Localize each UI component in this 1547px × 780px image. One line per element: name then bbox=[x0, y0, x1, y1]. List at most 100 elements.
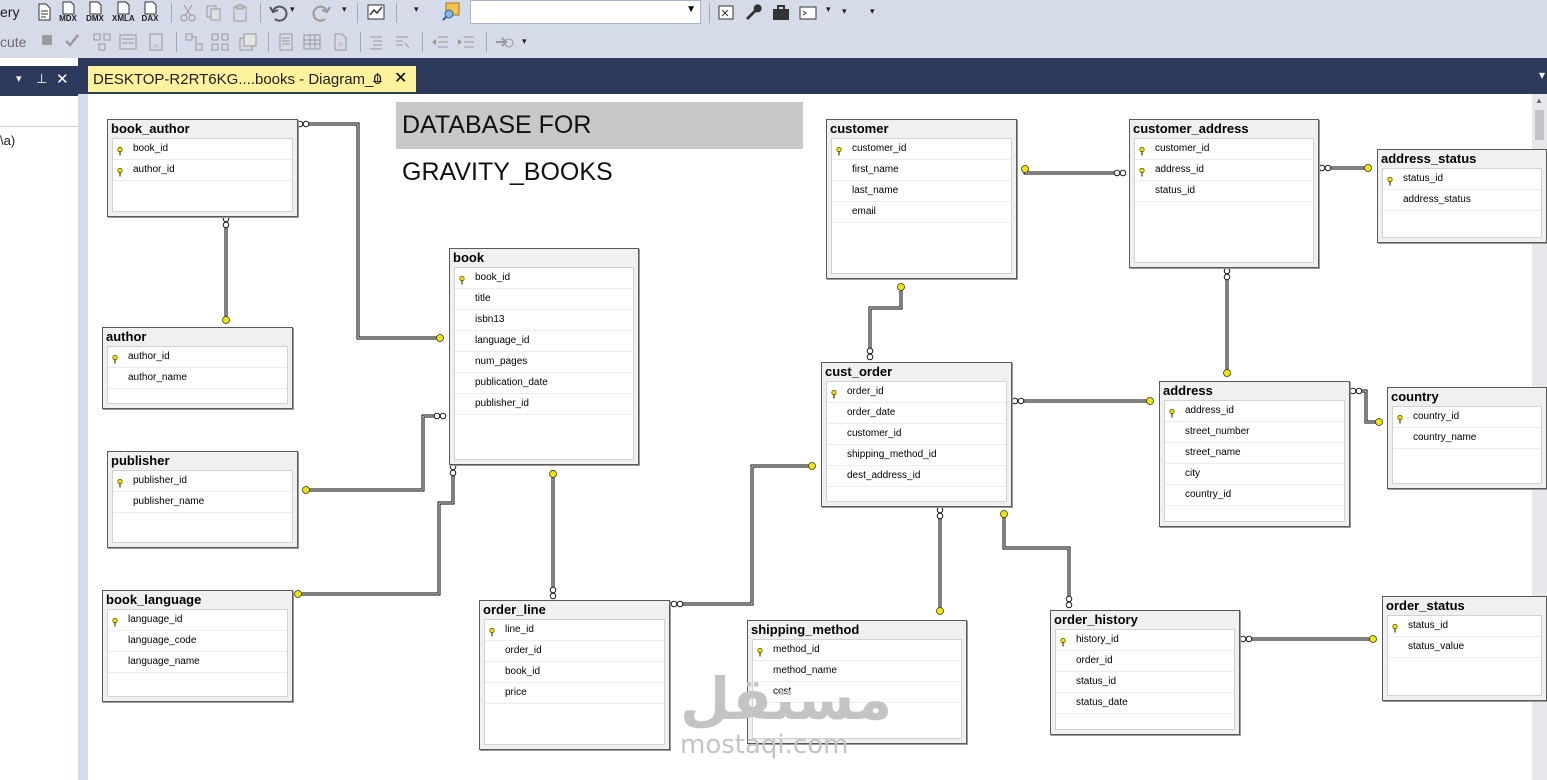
column-row[interactable]: customer_id bbox=[827, 424, 1006, 445]
column-row[interactable]: status_value bbox=[1388, 637, 1541, 658]
column-row[interactable]: address_id bbox=[1135, 160, 1313, 181]
table-title[interactable]: book_author bbox=[108, 120, 297, 138]
column-row[interactable]: customer_id bbox=[1135, 139, 1313, 160]
column-row[interactable]: book_id bbox=[113, 139, 292, 160]
column-row[interactable]: status_id bbox=[1383, 169, 1541, 190]
table-title[interactable]: shipping_method bbox=[748, 621, 966, 639]
column-name: address_status bbox=[1403, 194, 1471, 205]
column-row[interactable]: publisher_id bbox=[113, 471, 292, 492]
column-row[interactable]: country_name bbox=[1393, 428, 1541, 449]
table-title[interactable]: address bbox=[1160, 382, 1349, 400]
relationship-many-end bbox=[1011, 397, 1025, 405]
column-row[interactable]: shipping_method_id bbox=[827, 445, 1006, 466]
rel-orderhistory-custorder[interactable] bbox=[1002, 514, 1071, 604]
table-book-author[interactable]: book_author book_id author_id bbox=[107, 119, 298, 217]
column-row[interactable]: first_name bbox=[832, 160, 1011, 181]
column-row[interactable]: author_name bbox=[108, 368, 287, 389]
column-row[interactable]: publisher_name bbox=[113, 492, 292, 513]
column-row[interactable]: dest_address_id bbox=[827, 466, 1006, 487]
rel-book-publisher[interactable] bbox=[306, 415, 440, 491]
table-book-language[interactable]: book_language language_id language_code lan… bbox=[102, 590, 293, 702]
rel-custorder-customer[interactable] bbox=[869, 285, 902, 356]
column-row[interactable]: country_id bbox=[1165, 485, 1344, 506]
table-title[interactable]: order_line bbox=[480, 601, 669, 619]
table-cust-order[interactable]: cust_order order_id order_date customer_id s… bbox=[821, 362, 1012, 507]
column-row[interactable]: order_id bbox=[827, 382, 1006, 403]
primary-key-icon bbox=[117, 476, 123, 488]
column-row[interactable]: language_id bbox=[455, 331, 633, 352]
table-title[interactable]: publisher bbox=[108, 452, 297, 470]
relationship-key-end bbox=[1223, 369, 1231, 377]
column-row[interactable]: country_id bbox=[1393, 407, 1541, 428]
column-row[interactable]: city bbox=[1165, 464, 1344, 485]
relationship-many-end bbox=[936, 506, 944, 520]
column-row[interactable]: street_name bbox=[1165, 443, 1344, 464]
column-row[interactable]: history_id bbox=[1056, 630, 1234, 651]
column-row[interactable]: street_number bbox=[1165, 422, 1344, 443]
column-row[interactable]: order_id bbox=[1056, 651, 1234, 672]
column-row[interactable]: status_id bbox=[1056, 672, 1234, 693]
table-title[interactable]: book bbox=[450, 249, 638, 267]
rel-orderhistory-custorder[interactable] bbox=[1003, 514, 1070, 604]
table-address-status[interactable]: address_status status_id address_status bbox=[1377, 149, 1547, 243]
rel-orderline-custorder[interactable] bbox=[677, 464, 812, 606]
column-row[interactable]: title bbox=[455, 289, 633, 310]
column-name: dest_address_id bbox=[847, 470, 921, 481]
table-publisher[interactable]: publisher publisher_id publisher_name bbox=[107, 451, 298, 548]
column-row[interactable]: status_id bbox=[1135, 181, 1313, 202]
column-row[interactable]: last_name bbox=[832, 181, 1011, 202]
primary-key-icon bbox=[1139, 144, 1145, 156]
table-customer-address[interactable]: customer_address customer_id address_id sta… bbox=[1129, 119, 1319, 268]
column-row[interactable]: author_id bbox=[108, 347, 287, 368]
column-row[interactable]: isbn13 bbox=[455, 310, 633, 331]
table-order-status[interactable]: order_status status_id status_value bbox=[1382, 596, 1547, 701]
column-row[interactable]: num_pages bbox=[455, 352, 633, 373]
column-row[interactable]: email bbox=[832, 202, 1011, 223]
column-row[interactable]: language_name bbox=[108, 652, 287, 673]
table-order-history[interactable]: order_history history_id order_id status_id… bbox=[1050, 610, 1240, 735]
table-title[interactable]: author bbox=[103, 328, 292, 346]
column-row[interactable]: customer_id bbox=[832, 139, 1011, 160]
table-country[interactable]: country country_id country_name bbox=[1387, 387, 1547, 489]
table-book[interactable]: book book_idtitle isbn13 language_id num_pag… bbox=[449, 248, 639, 465]
relationship-many-end bbox=[670, 600, 684, 608]
table-title[interactable]: customer bbox=[827, 120, 1016, 138]
column-row[interactable]: publication_date bbox=[455, 373, 633, 394]
rel-orderline-custorder[interactable] bbox=[677, 465, 812, 605]
column-name: book_id bbox=[505, 666, 541, 677]
rel-book-publisher[interactable] bbox=[306, 414, 440, 492]
column-name: book_id bbox=[475, 272, 511, 283]
column-row[interactable]: method_id bbox=[753, 640, 961, 661]
table-customer[interactable]: customer customer_id first_name last_name em… bbox=[826, 119, 1017, 279]
column-row[interactable]: status_id bbox=[1388, 616, 1541, 637]
diagram-title: DATABASE FOR GRAVITY_BOOKS bbox=[396, 102, 803, 186]
column-row[interactable]: book_id bbox=[485, 662, 664, 683]
column-row[interactable]: order_id bbox=[485, 641, 664, 662]
column-row[interactable]: author_id bbox=[113, 160, 292, 181]
table-title[interactable]: customer_address bbox=[1130, 120, 1318, 138]
table-title[interactable]: book_language bbox=[103, 591, 292, 609]
rel-customer-customeraddress[interactable] bbox=[1023, 169, 1120, 175]
column-name: language_id bbox=[128, 614, 183, 625]
column-row[interactable]: publisher_id bbox=[455, 394, 633, 415]
rel-address-country[interactable] bbox=[1356, 389, 1379, 424]
table-address[interactable]: address address_id street_number street_nam… bbox=[1159, 381, 1350, 527]
table-title[interactable]: order_history bbox=[1051, 611, 1239, 629]
column-row[interactable]: price bbox=[485, 683, 664, 704]
column-row[interactable]: status_date bbox=[1056, 693, 1234, 714]
column-row[interactable]: address_status bbox=[1383, 190, 1541, 211]
table-author[interactable]: author author_id author_name bbox=[102, 327, 293, 409]
table-title[interactable]: country bbox=[1388, 388, 1546, 406]
table-title[interactable]: order_status bbox=[1383, 597, 1546, 615]
rel-custorder-customer[interactable] bbox=[868, 285, 903, 356]
relationship-key-end bbox=[1000, 510, 1008, 518]
column-row[interactable]: book_id bbox=[455, 268, 633, 289]
column-row[interactable]: language_code bbox=[108, 631, 287, 652]
table-order-line[interactable]: order_line line_id order_id book_idprice bbox=[479, 600, 670, 750]
column-row[interactable]: order_date bbox=[827, 403, 1006, 424]
table-title[interactable]: cust_order bbox=[822, 363, 1011, 381]
column-row[interactable]: address_id bbox=[1165, 401, 1344, 422]
column-row[interactable]: language_id bbox=[108, 610, 287, 631]
table-title[interactable]: address_status bbox=[1378, 150, 1546, 168]
column-row[interactable]: line_id bbox=[485, 620, 664, 641]
